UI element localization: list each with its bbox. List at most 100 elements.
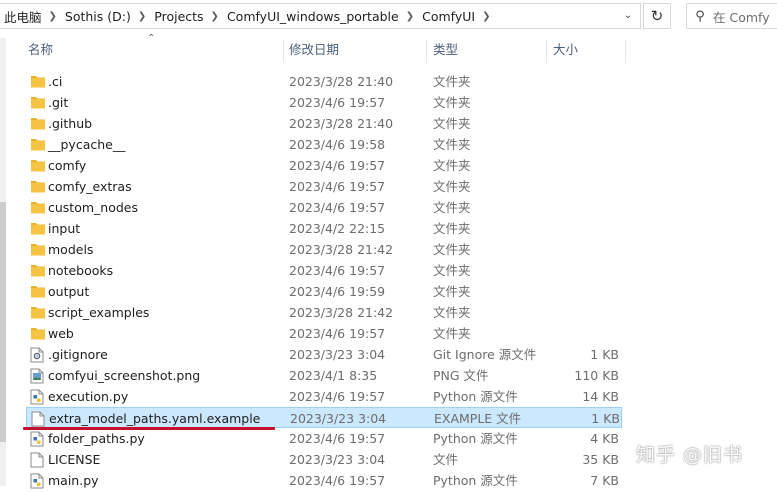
- search-input[interactable]: ⚲ 在 Comfy: [686, 3, 777, 29]
- file-row[interactable]: input 2023/4/2 22:15 文件夹: [0, 218, 777, 239]
- file-date: 2023/3/28 21:42: [289, 242, 394, 257]
- folder-icon: [30, 221, 45, 236]
- file-type: 文件夹: [433, 305, 471, 320]
- file-type: 文件夹: [433, 95, 471, 110]
- breadcrumb-item[interactable]: Projects: [150, 9, 206, 24]
- file-name: .git: [48, 95, 69, 110]
- file-size: [550, 260, 619, 281]
- file-row[interactable]: __pycache__ 2023/4/6 19:58 文件夹: [0, 134, 777, 155]
- file-date: 2023/4/6 19:58: [289, 137, 386, 152]
- file-row[interactable]: main.py 2023/4/6 19:57 Python 源文件 7 KB: [0, 470, 777, 491]
- file-row[interactable]: .git 2023/4/6 19:57 文件夹: [0, 92, 777, 113]
- image-file-icon: [30, 368, 44, 384]
- file-size: 1 KB: [591, 411, 620, 426]
- file-row[interactable]: .ci 2023/3/28 21:40 文件夹: [0, 71, 777, 92]
- folder-icon: [30, 74, 45, 89]
- column-header-type[interactable]: 类型: [433, 34, 458, 66]
- file-type: 文件夹: [433, 137, 471, 152]
- file-row[interactable]: comfy 2023/4/6 19:57 文件夹: [0, 155, 777, 176]
- file-row[interactable]: script_examples 2023/3/28 21:42 文件夹: [0, 302, 777, 323]
- file-size: 4 KB: [590, 431, 619, 446]
- file-name: comfy_extras: [48, 179, 132, 194]
- file-date: 2023/3/23 3:04: [289, 452, 386, 467]
- file-date: 2023/4/6 19:57: [289, 158, 386, 173]
- refresh-icon[interactable]: ↻: [643, 3, 671, 29]
- file-size: [550, 71, 619, 92]
- folder-icon: [30, 242, 45, 257]
- file-row[interactable]: notebooks 2023/4/6 19:57 文件夹: [0, 260, 777, 281]
- file-type: 文件夹: [433, 116, 471, 131]
- column-header-date[interactable]: 修改日期: [289, 34, 339, 66]
- folder-icon: [30, 305, 45, 320]
- file-row[interactable]: models 2023/3/28 21:42 文件夹: [0, 239, 777, 260]
- file-size: 110 KB: [574, 368, 619, 383]
- file-date: 2023/4/6 19:57: [289, 326, 386, 341]
- file-name: script_examples: [48, 305, 150, 320]
- red-underline-annotation: [23, 427, 275, 430]
- column-divider[interactable]: [283, 40, 284, 62]
- watermark: 知乎 @旧书: [636, 444, 744, 466]
- file-row[interactable]: web 2023/4/6 19:57 文件夹: [0, 323, 777, 344]
- file-row[interactable]: extra_model_paths.yaml.example 2023/3/23 …: [26, 407, 622, 428]
- folder-icon: [30, 179, 45, 194]
- file-row[interactable]: .github 2023/3/28 21:40 文件夹: [0, 113, 777, 134]
- file-date: 2023/4/6 19:57: [289, 431, 386, 446]
- file-type: EXAMPLE 文件: [434, 411, 522, 426]
- file-type: 文件夹: [433, 263, 471, 278]
- file-date: 2023/4/6 19:59: [289, 284, 386, 299]
- column-divider[interactable]: [426, 40, 427, 62]
- python-file-icon: [30, 389, 44, 405]
- file-type: 文件夹: [433, 221, 471, 236]
- file-date: 2023/3/28 21:40: [289, 74, 394, 89]
- chevron-right-icon[interactable]: ❯: [402, 11, 418, 22]
- file-date: 2023/4/6 19:57: [289, 179, 386, 194]
- file-name: main.py: [48, 473, 99, 488]
- file-row[interactable]: .gitignore 2023/3/23 3:04 Git Ignore 源文件 1 …: [0, 344, 777, 365]
- file-type: Python 源文件: [433, 389, 518, 404]
- column-header-bar: 名称 修改日期 类型 大小: [0, 34, 777, 66]
- address-toolbar: 此电脑 ❯ Sothis (D:) ❯ Projects ❯ ComfyUI_windows…: [0, 0, 777, 32]
- chevron-right-icon[interactable]: ❯: [478, 11, 494, 22]
- file-date: 2023/3/28 21:42: [289, 305, 394, 320]
- breadcrumb-item[interactable]: ComfyUI: [418, 9, 478, 24]
- file-row[interactable]: comfyui_screenshot.png 2023/4/1 8:35 PNG 文…: [0, 365, 777, 386]
- chevron-right-icon[interactable]: ❯: [134, 11, 150, 22]
- file-name: .gitignore: [48, 347, 108, 362]
- column-divider[interactable]: [625, 40, 626, 62]
- file-name: .ci: [48, 74, 63, 89]
- breadcrumb[interactable]: 此电脑 ❯ Sothis (D:) ❯ Projects ❯ ComfyUI_windows…: [0, 3, 641, 29]
- file-type: PNG 文件: [433, 368, 489, 383]
- sort-ascending-icon: ⌃: [147, 33, 156, 44]
- file-type: 文件夹: [433, 179, 471, 194]
- file-row[interactable]: output 2023/4/6 19:59 文件夹: [0, 281, 777, 302]
- file-row[interactable]: custom_nodes 2023/4/6 19:57 文件夹: [0, 197, 777, 218]
- file-name: output: [48, 284, 90, 299]
- file-date: 2023/4/6 19:57: [289, 263, 386, 278]
- file-date: 2023/4/1 8:35: [289, 368, 378, 383]
- column-divider[interactable]: [546, 40, 547, 62]
- file-row[interactable]: comfy_extras 2023/4/6 19:57 文件夹: [0, 176, 777, 197]
- file-date: 2023/4/6 19:57: [289, 200, 386, 215]
- file-row[interactable]: execution.py 2023/4/6 19:57 Python 源文件 14 K…: [0, 386, 777, 407]
- chevron-down-icon[interactable]: ⌄: [617, 3, 639, 27]
- file-size: 7 KB: [590, 473, 619, 488]
- file-date: 2023/4/6 19:57: [289, 95, 386, 110]
- breadcrumb-item[interactable]: 此电脑: [0, 7, 45, 26]
- folder-icon: [30, 137, 45, 152]
- chevron-right-icon[interactable]: ❯: [207, 11, 223, 22]
- file-size: [550, 281, 619, 302]
- file-type: 文件夹: [433, 326, 471, 341]
- file-type: Python 源文件: [433, 473, 518, 488]
- breadcrumb-item[interactable]: Sothis (D:): [61, 9, 134, 24]
- column-header-size[interactable]: 大小: [553, 34, 578, 66]
- file-size: [550, 197, 619, 218]
- breadcrumb-item[interactable]: ComfyUI_windows_portable: [223, 9, 402, 24]
- column-header-name[interactable]: 名称: [28, 34, 53, 66]
- chevron-right-icon[interactable]: ❯: [45, 11, 61, 22]
- file-date: 2023/4/6 19:57: [289, 389, 386, 404]
- file-name: comfyui_screenshot.png: [48, 368, 201, 383]
- file-type: 文件夹: [433, 158, 471, 173]
- file-size: [550, 134, 619, 155]
- file-size: 35 KB: [582, 452, 619, 467]
- file-size: [550, 239, 619, 260]
